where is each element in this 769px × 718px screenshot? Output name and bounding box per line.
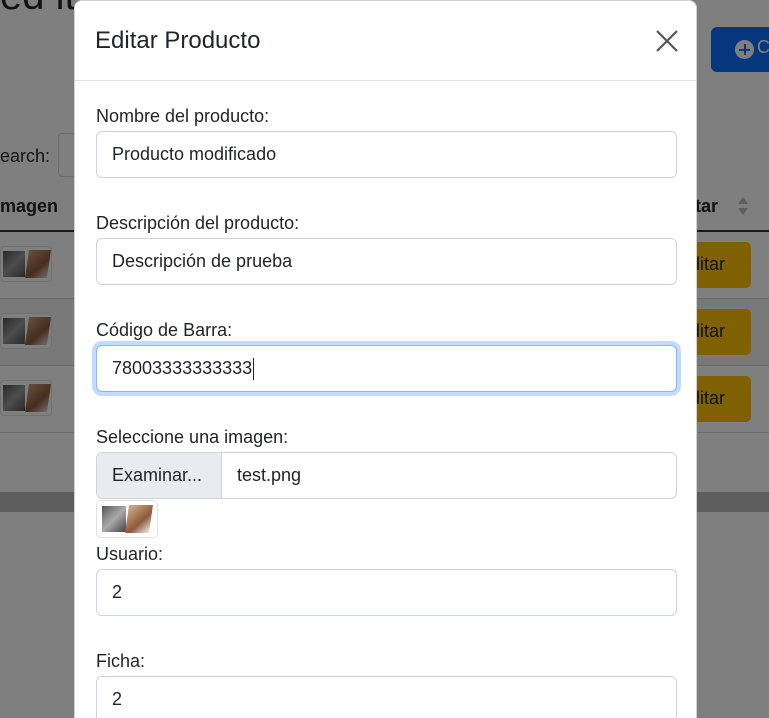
text-caret [253, 358, 255, 381]
ficha-label: Ficha: [96, 651, 146, 671]
user-input[interactable]: 2 [96, 569, 677, 616]
barcode-value: 78003333333333 [112, 358, 253, 378]
browse-button[interactable]: Examinar... [97, 453, 222, 498]
barcode-label: Código de Barra: [96, 320, 233, 340]
product-name-input[interactable]: Producto modificado [96, 131, 677, 178]
product-name-label: Nombre del producto: [96, 106, 270, 126]
barcode-input[interactable]: 78003333333333 [96, 345, 677, 392]
edit-product-modal: Editar Producto Nombre del producto: Pro… [74, 0, 697, 718]
selected-file-name: test.png [237, 465, 302, 485]
product-description-input[interactable]: Descripción de prueba [96, 238, 677, 285]
image-file-input[interactable]: Examinar... test.png [96, 452, 677, 499]
image-select-label: Seleccione una imagen: [96, 427, 289, 447]
ficha-input[interactable]: 2 [96, 676, 677, 718]
user-label: Usuario: [96, 544, 164, 564]
product-description-label: Descripción del producto: [96, 213, 300, 233]
close-icon[interactable] [653, 27, 681, 55]
modal-header: Editar Producto [75, 1, 696, 81]
modal-title: Editar Producto [95, 27, 261, 54]
image-preview [96, 500, 158, 538]
